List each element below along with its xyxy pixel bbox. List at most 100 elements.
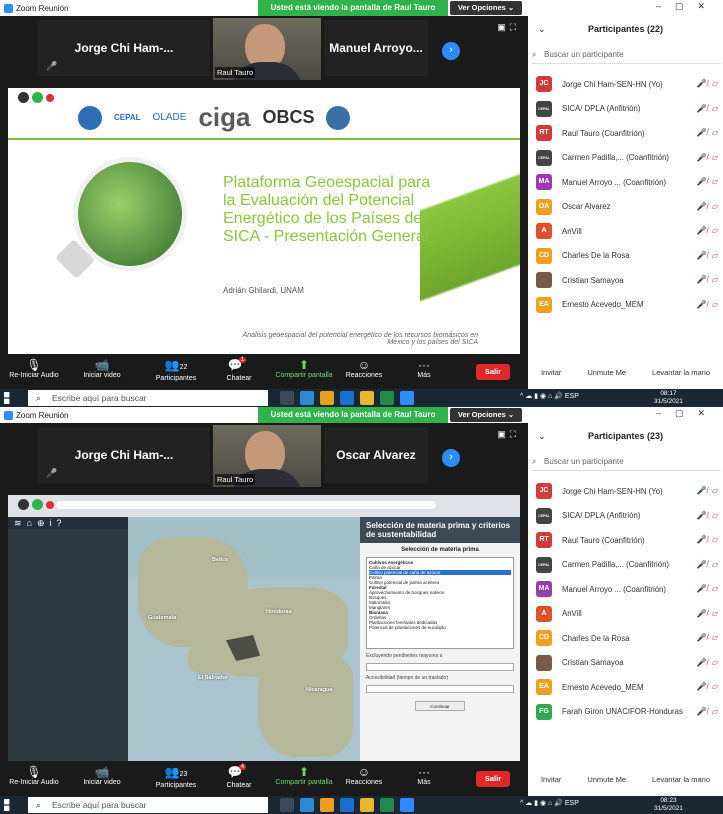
participant-row[interactable]: JC Jorge Chi Ham-SEN-HN (Yo) 🎤̸ ▱ [536,479,721,504]
windows-start-icon[interactable] [4,799,10,811]
restart-audio-button[interactable]: 🎙 Re-Iniciar Audio [0,765,68,786]
view-options-button[interactable]: Ver Opciones ⌄ [450,408,522,422]
participant-row[interactable]: MA Manuel Arroyo ... (Coanfitrión) 🎤̸ ▱ [536,170,721,195]
mail-icon[interactable] [340,391,354,405]
invite-button[interactable]: Invitar [541,775,561,784]
participant-row[interactable]: A AnVill 🎤̸ ▱ [536,602,721,627]
participant-row[interactable]: CEPAL SICA/ DPLA (Anfitrión) 🎤̸ ▱ [536,97,721,122]
taskbar-search-input[interactable]: ⌕ Escribe aquí para buscar [28,797,268,813]
participant-row[interactable]: RT Raul Tauro (Coanfitrión) 🎤̸ ▱ [536,528,721,553]
raise-hand-button[interactable]: Levantar la mano [652,368,710,377]
explorer-icon[interactable] [360,391,374,405]
participant-name: SICA/ DPLA (Anfitrión) [562,104,641,114]
video-tile-speaker[interactable]: Raul Tauro [213,425,321,487]
edge-icon[interactable] [300,391,314,405]
edge-icon[interactable] [300,798,314,812]
participant-row[interactable]: EA Ernesto Acevedo_MEM 🎤̸ ▱ [536,293,721,318]
address-bar[interactable] [56,501,436,509]
logo-olade: OLADE [152,112,187,123]
explorer-icon[interactable] [360,798,374,812]
avatar: CD [536,247,552,264]
slope-filter-label: Excluyendo pendientes mayores a [366,653,443,659]
next-page-arrow-icon[interactable]: › [442,42,460,60]
chat-button[interactable]: 💬4 Chatear [205,764,273,789]
participant-row[interactable]: A AnVill 🎤̸ ▱ [536,219,721,244]
participant-row[interactable]: CEPAL Carmen Padilla,... (Coanfitrión) 🎤̸ … [536,146,721,171]
restart-audio-button[interactable]: 🎙 Re-Iniciar Audio [0,358,68,379]
globe-logo [326,105,351,130]
participant-row[interactable]: Cristian Samayoa 🎤̸ ▱ [536,651,721,676]
participant-row[interactable]: JC Jorge Chi Ham-SEN-HN (Yo) 🎤̸ ▱ [536,72,721,97]
slope-filter-select[interactable] [366,663,514,671]
window-controls[interactable]: –▢✕ [656,408,719,419]
chrome-icon[interactable] [320,391,334,405]
participant-row[interactable]: EA Ernesto Acevedo_MEM 🎤̸ ▱ [536,675,721,700]
feedstock-select-list[interactable]: Cultivos energéticos Caña de azúcar Cultiv… [366,557,514,649]
logo-ciga: ciga [198,102,251,132]
chrome-icon[interactable] [320,798,334,812]
gallery-view-icons[interactable]: ▣⛶ [497,22,520,33]
windows-taskbar: ⌕ Escribe aquí para buscar ^ ☁ ▮ ◉ ⌂ 🔊 ES… [0,389,723,407]
participant-row[interactable]: CEPAL SICA/ DPLA (Anfitrión) 🎤̸ ▱ [536,504,721,529]
avatar: CEPAL [536,100,552,117]
feedstock-option[interactable]: Potencial de plantaciones de eucalipto [369,625,511,630]
continue-button[interactable]: Continuar [415,701,465,711]
next-page-arrow-icon[interactable]: › [442,449,460,467]
reactions-button[interactable]: ☺ Reacciones [330,765,398,786]
participant-row[interactable]: FG Farah Giron UNACIFOR-Honduras 🎤̸ ▱ [536,700,721,725]
leave-button[interactable]: Salir [476,364,510,380]
excel-icon[interactable] [380,798,394,812]
start-video-button[interactable]: 📹 Iniciar video [68,765,136,786]
slide-footer: Análisis geoespacial del potencial energ… [242,332,478,346]
more-button[interactable]: ··· Más [390,358,458,379]
video-tile-left[interactable]: Jorge Chi Ham-... 🎤 [38,20,210,76]
video-tile-speaker[interactable]: Raul Tauro [213,18,321,80]
video-tile-right[interactable]: Oscar Alvarez [324,427,428,483]
leave-button[interactable]: Salir [476,771,510,787]
speaker-name: Raul Tauro [215,67,256,78]
video-tile-left[interactable]: Jorge Chi Ham-... 🎤 [38,427,210,483]
unmute-me-button[interactable]: Unmute Me [587,775,626,784]
map-tool-icons[interactable]: ≋⌂⊕i? [8,517,128,529]
gallery-view-icons[interactable]: ▣⛶ [497,429,520,440]
panel-subtitle: Selección de materia prima [401,547,479,553]
participant-search-input[interactable]: ⌕ Buscar un participante [532,457,721,471]
more-button[interactable]: ··· Más [390,765,458,786]
record-icon [46,94,54,102]
task-view-icon[interactable] [280,798,294,812]
participant-row[interactable]: CEPAL Carmen Padilla,... (Coanfitrión) 🎤̸ … [536,553,721,578]
map-view[interactable]: Belice Guatemala Honduras El Salvador Ni… [128,517,360,761]
zoom-taskbar-icon[interactable] [400,798,414,812]
video-off-icon: 📹 [94,765,110,779]
reactions-button[interactable]: ☺ Reacciones [330,358,398,379]
excel-icon[interactable] [380,391,394,405]
system-tray[interactable]: ^ ☁ ▮ ◉ ⌂ 🔊 ESP [520,799,579,807]
task-view-icon[interactable] [280,391,294,405]
invite-button[interactable]: Invitar [541,368,561,377]
raise-hand-button[interactable]: Levantar la mano [652,775,710,784]
taskbar-clock[interactable]: 08:17 31/5/2021 [654,390,683,405]
participant-row[interactable]: OA Oscar Alvarez 🎤̸ ▱ [536,195,721,220]
participants-button[interactable]: 👥22 Participantes [142,358,210,382]
chat-button[interactable]: 💬1 Chatear [205,357,273,382]
map-label: Guatemala [148,615,177,621]
start-video-button[interactable]: 📹 Iniciar video [68,358,136,379]
accessibility-filter-select[interactable] [366,685,514,693]
mail-icon[interactable] [340,798,354,812]
window-controls[interactable]: –▢✕ [656,1,719,12]
participant-row[interactable]: RT Raul Tauro (Coanfitrión) 🎤̸ ▱ [536,121,721,146]
participant-search-input[interactable]: ⌕ Buscar un participante [532,50,721,64]
participants-button[interactable]: 👥23 Participantes [142,765,210,789]
video-tile-right[interactable]: Manuel Arroyo... [324,20,428,76]
taskbar-search-input[interactable]: ⌕ Escribe aquí para buscar [28,390,268,406]
taskbar-clock[interactable]: 08:23 31/5/2021 [654,797,683,812]
participant-row[interactable]: CD Charles De la Rosa 🎤̸ ▱ [536,626,721,651]
participant-row[interactable]: MA Manuel Arroyo ... (Coanfitrión) 🎤̸ ▱ [536,577,721,602]
system-tray[interactable]: ^ ☁ ▮ ◉ ⌂ 🔊 ESP [520,392,579,400]
participant-row[interactable]: Cristian Samayoa 🎤̸ ▱ [536,268,721,293]
zoom-taskbar-icon[interactable] [400,391,414,405]
unmute-me-button[interactable]: Unmute Me [587,368,626,377]
windows-start-icon[interactable] [4,392,10,404]
participant-row[interactable]: CD Charles De la Rosa 🎤̸ ▱ [536,244,721,269]
view-options-button[interactable]: Ver Opciones ⌄ [450,1,522,15]
